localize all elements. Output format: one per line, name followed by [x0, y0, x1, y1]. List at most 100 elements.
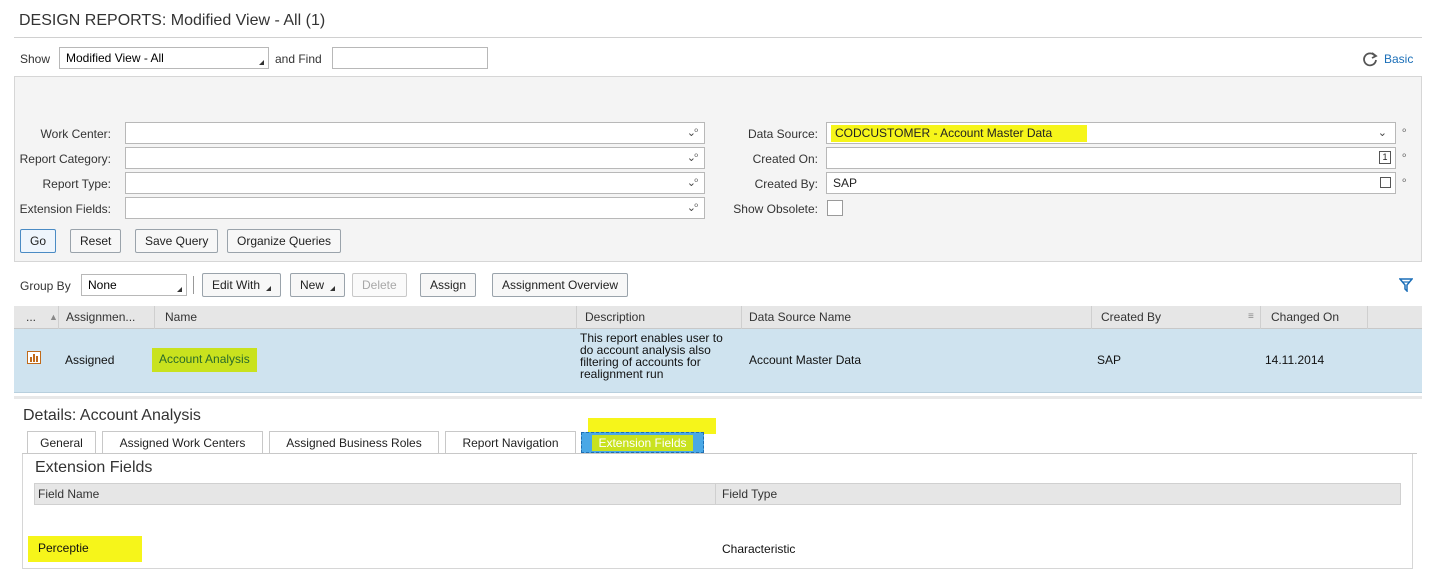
details-title: Details: Account Analysis	[23, 407, 201, 424]
value-help-icon[interactable]: ⚬	[1400, 126, 1408, 137]
show-view-select[interactable]: Modified View - All	[59, 47, 269, 69]
toolbar-separator	[193, 276, 194, 294]
data-source-name-cell: Account Master Data	[749, 353, 862, 367]
table-footer-bar	[14, 396, 1422, 399]
show-obsolete-checkbox[interactable]	[827, 200, 843, 216]
column-separator	[58, 306, 59, 329]
reset-button[interactable]: Reset	[70, 229, 122, 253]
changed-on-cell: 14.11.2014	[1265, 353, 1325, 367]
report-icon	[27, 351, 41, 367]
filter-small-icon: ≡	[1248, 311, 1254, 322]
report-category-label: Report Category:	[19, 152, 111, 166]
assign-button[interactable]: Assign	[420, 273, 477, 297]
sort-icon: ▲	[49, 312, 58, 322]
column-header-assignment[interactable]: Assignmen...	[66, 310, 135, 324]
created-on-label: Created On:	[752, 152, 818, 166]
value-help-icon[interactable]: ⚬	[692, 201, 700, 212]
basic-link[interactable]: Basic	[1384, 52, 1413, 66]
work-center-label: Work Center:	[40, 127, 111, 141]
report-type-select[interactable]: ⌄	[125, 172, 705, 194]
organize-queries-button[interactable]: Organize Queries	[227, 229, 342, 253]
show-label: Show	[20, 52, 51, 66]
column-separator	[576, 306, 577, 329]
find-input[interactable]	[332, 47, 488, 69]
dropdown-corner-icon	[259, 60, 264, 65]
tab-extension-fields[interactable]: Extension Fields	[581, 432, 704, 453]
value-help-icon[interactable]: ⚬	[692, 176, 700, 187]
basic-toggle[interactable]: Basic	[1361, 50, 1413, 71]
extension-fields-panel	[22, 454, 1413, 569]
extension-fields-section-title: Extension Fields	[35, 459, 153, 476]
filter-icon[interactable]	[1398, 278, 1414, 295]
column-header-created-by[interactable]: Created By	[1101, 310, 1161, 324]
column-header-data-source-name[interactable]: Data Source Name	[749, 310, 851, 324]
tab-report-navigation[interactable]: Report Navigation	[445, 431, 576, 454]
column-header-description[interactable]: Description	[585, 310, 645, 324]
created-by-label: Created By:	[754, 177, 818, 191]
copy-icon[interactable]	[1380, 177, 1391, 188]
extension-fields-table-header: Field Name Field Type	[34, 483, 1401, 505]
report-category-select[interactable]: ⌄	[125, 147, 705, 169]
created-by-cell: SAP	[1097, 353, 1122, 367]
delete-button[interactable]: Delete	[352, 273, 407, 297]
assignment-overview-button[interactable]: Assignment Overview	[492, 273, 629, 297]
find-label: and Find	[275, 52, 322, 66]
chevron-down-icon: ⌄	[1377, 127, 1387, 139]
column-header-field-name[interactable]: Field Name	[38, 487, 99, 501]
data-source-select[interactable]: CODCUSTOMER - Account Master Data ⌄	[826, 122, 1396, 144]
column-separator	[1367, 306, 1368, 329]
extension-fields-select[interactable]: ⌄	[125, 197, 705, 219]
tab-general[interactable]: General	[27, 431, 96, 454]
calendar-icon[interactable]: 1	[1379, 151, 1391, 164]
extension-fields-label: Extension Fields:	[19, 202, 111, 216]
dropdown-corner-icon	[330, 286, 336, 291]
table-header: ... ▲ Assignmen... Name Description Data…	[14, 306, 1422, 329]
field-type-cell: Characteristic	[722, 542, 796, 556]
tab-extension-fields-label: Extension Fields	[592, 435, 693, 451]
value-help-icon[interactable]: ⚬	[692, 151, 700, 162]
filter-panel: Work Center: ⌄ ⚬ Report Category: ⌄ ⚬ Re…	[14, 76, 1422, 262]
column-header-field-type[interactable]: Field Type	[722, 487, 777, 501]
column-selector[interactable]: ...	[26, 310, 36, 324]
data-source-value: CODCUSTOMER - Account Master Data	[831, 125, 1087, 142]
table-row[interactable]: Assigned Account Analysis This report en…	[14, 329, 1422, 393]
edit-with-button[interactable]: Edit With	[202, 273, 282, 297]
dropdown-corner-icon	[177, 287, 182, 292]
column-separator	[741, 306, 742, 329]
edit-with-label: Edit With	[212, 278, 261, 292]
tab-assigned-work-centers[interactable]: Assigned Work Centers	[102, 431, 263, 454]
assignment-cell: Assigned	[65, 353, 115, 367]
value-help-icon[interactable]: ⚬	[1400, 176, 1408, 187]
data-source-label: Data Source:	[747, 127, 818, 141]
created-on-input[interactable]: 1	[826, 147, 1396, 169]
column-header-name[interactable]: Name	[165, 310, 197, 324]
created-by-input[interactable]: SAP	[826, 172, 1396, 194]
value-help-icon[interactable]: ⚬	[1400, 151, 1408, 162]
column-separator	[715, 484, 716, 504]
report-type-label: Report Type:	[42, 177, 111, 191]
show-obsolete-label: Show Obsolete:	[733, 202, 818, 216]
go-button[interactable]: Go	[20, 229, 57, 253]
value-help-icon[interactable]: ⚬	[692, 126, 700, 137]
group-by-value: None	[88, 278, 117, 292]
new-button[interactable]: New	[290, 273, 346, 297]
group-by-label: Group By	[20, 279, 71, 293]
column-separator	[154, 306, 155, 329]
show-view-value: Modified View - All	[66, 51, 164, 65]
new-label: New	[300, 278, 325, 292]
save-query-button[interactable]: Save Query	[135, 229, 219, 253]
column-header-changed-on[interactable]: Changed On	[1271, 310, 1339, 324]
column-separator	[1091, 306, 1092, 329]
refresh-icon	[1361, 52, 1379, 71]
created-by-value: SAP	[833, 176, 858, 190]
name-link[interactable]: Account Analysis	[152, 348, 257, 372]
title-divider	[14, 37, 1422, 38]
description-cell: This report enables user to do account a…	[580, 332, 723, 380]
column-separator	[1260, 306, 1261, 329]
field-name-cell[interactable]: Perceptie	[38, 541, 89, 555]
tab-assigned-business-roles[interactable]: Assigned Business Roles	[269, 431, 439, 454]
dropdown-corner-icon	[266, 286, 272, 291]
group-by-select[interactable]: None	[81, 274, 187, 296]
work-center-select[interactable]: ⌄	[125, 122, 705, 144]
page-title: DESIGN REPORTS: Modified View - All (1)	[19, 12, 326, 29]
